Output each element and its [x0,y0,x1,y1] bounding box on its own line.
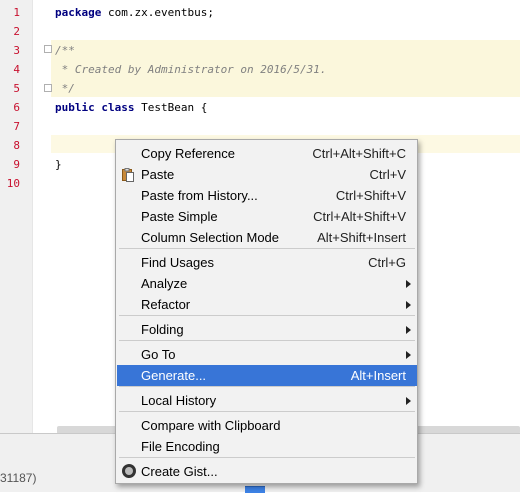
menu-item-label: Compare with Clipboard [141,418,281,433]
menu-item-label: Column Selection Mode [141,230,280,245]
menu-item-copy-reference[interactable]: Copy Reference Ctrl+Alt+Shift+C [117,143,417,164]
menu-item-shortcut: Ctrl+V [369,167,406,182]
menu-item-label: Create Gist... [141,464,218,479]
menu-item-shortcut: Alt+Shift+Insert [317,230,406,245]
progress-indicator [245,486,265,493]
fold-open-icon[interactable] [44,45,52,53]
code-line: public class TestBean { [55,101,207,115]
code-text: } [55,158,62,171]
code-text: com.zx.eventbus; [101,6,214,19]
menu-item-label: Find Usages [141,255,214,270]
status-text: 31187) [0,471,37,485]
menu-item-shortcut: Alt+Insert [350,368,406,383]
code-line: */ [55,82,75,96]
fold-strip [32,0,51,433]
line-number: 4 [13,63,20,76]
submenu-arrow-icon [406,397,411,405]
menu-item-go-to[interactable]: Go To [117,344,417,365]
menu-item-find-usages[interactable]: Find Usages Ctrl+G [117,252,417,273]
menu-item-folding[interactable]: Folding [117,319,417,340]
menu-item-refactor[interactable]: Refactor [117,294,417,315]
menu-item-label: Go To [141,347,176,362]
menu-item-label: Paste [141,167,175,182]
menu-item-file-encoding[interactable]: File Encoding [117,436,417,457]
submenu-arrow-icon [406,301,411,309]
line-number: 9 [13,158,20,171]
menu-item-local-history[interactable]: Local History [117,390,417,411]
menu-separator [119,248,415,249]
menu-separator [119,457,415,458]
comment-text: * Created by Administrator on 2016/5/31. [55,63,327,76]
menu-separator [119,315,415,316]
menu-item-column-selection-mode[interactable]: Column Selection Mode Alt+Shift+Insert [117,227,417,248]
comment-text: /** [55,44,75,57]
menu-item-create-gist[interactable]: Create Gist... [117,461,417,482]
menu-item-shortcut: Ctrl+G [368,255,406,270]
menu-separator [119,340,415,341]
github-icon [122,464,136,478]
menu-item-paste[interactable]: Paste Ctrl+V [117,164,417,185]
submenu-arrow-icon [406,351,411,359]
code-line: /** [55,44,75,58]
line-number: 5 [13,82,20,95]
menu-item-paste-simple[interactable]: Paste Simple Ctrl+Alt+Shift+V [117,206,417,227]
menu-separator [119,411,415,412]
line-number: 1 [13,6,20,19]
menu-item-shortcut: Ctrl+Shift+V [335,188,406,203]
context-menu: Copy Reference Ctrl+Alt+Shift+C Paste Ctrl+… [115,139,418,484]
menu-item-label: Paste from History... [141,188,258,203]
menu-item-shortcut: Ctrl+Alt+Shift+C [312,146,406,161]
menu-item-label: Local History [141,393,217,408]
menu-item-label: Analyze [141,276,188,291]
fold-close-icon[interactable] [44,84,52,92]
line-number: 8 [13,139,20,152]
menu-item-label: Copy Reference [141,146,235,161]
line-number: 6 [13,101,20,114]
menu-item-shortcut: Ctrl+Alt+Shift+V [313,209,406,224]
line-number: 2 [13,25,20,38]
code-line: } [55,158,62,172]
menu-item-paste-from-history[interactable]: Paste from History... Ctrl+Shift+V [117,185,417,206]
line-number: 7 [13,120,20,133]
code-line: * Created by Administrator on 2016/5/31. [55,63,327,77]
menu-item-label: Folding [141,322,184,337]
submenu-arrow-icon [406,280,411,288]
submenu-arrow-icon [406,326,411,334]
menu-item-analyze[interactable]: Analyze [117,273,417,294]
menu-item-label: Generate... [141,368,207,383]
menu-item-label: File Encoding [141,439,220,454]
line-number: 10 [6,177,20,190]
code-line: package com.zx.eventbus; [55,6,214,20]
line-number: 3 [13,44,20,57]
paste-icon [122,168,134,182]
comment-text: */ [55,82,75,95]
keyword: public class [55,101,135,114]
keyword: package [55,6,102,19]
menu-item-label: Refactor [141,297,191,312]
menu-item-compare-with-clipboard[interactable]: Compare with Clipboard [117,415,417,436]
menu-item-label: Paste Simple [141,209,218,224]
menu-item-generate[interactable]: Generate... Alt+Insert [117,365,417,386]
code-text: TestBean { [134,101,208,114]
menu-separator [119,386,415,387]
